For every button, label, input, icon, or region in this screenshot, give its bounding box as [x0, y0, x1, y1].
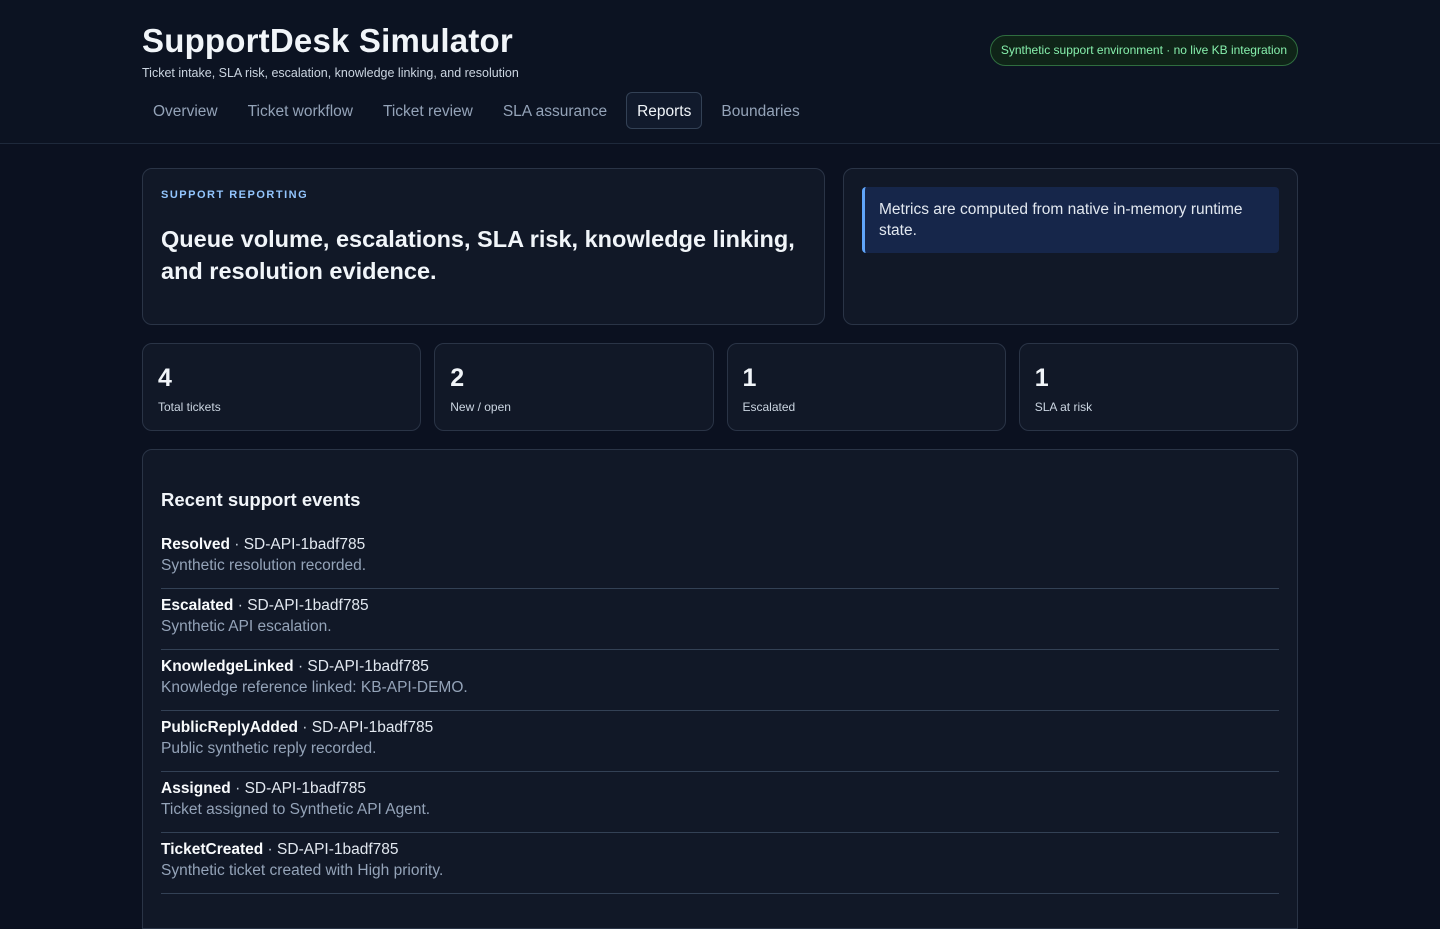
tab-overview[interactable]: Overview: [142, 92, 229, 129]
stat-value: 1: [742, 364, 757, 392]
event-item: TicketCreated · SD-API-1badf785 Syntheti…: [161, 833, 1279, 894]
event-type: KnowledgeLinked: [161, 658, 294, 675]
stat-value: 2: [450, 364, 465, 392]
event-description: Synthetic resolution recorded.: [161, 557, 367, 574]
stat-value: 1: [1034, 364, 1049, 392]
stat-sla-at-risk: 1 SLA at risk: [1018, 343, 1298, 431]
event-item: Escalated · SD-API-1badf785 Synthetic AP…: [161, 589, 1279, 650]
event-ticket-id: SD-API-1badf785: [247, 597, 369, 614]
event-type: Escalated: [161, 597, 234, 614]
event-type: PublicReplyAdded: [161, 719, 298, 736]
section-eyebrow: SUPPORT REPORTING: [161, 189, 309, 201]
stat-label: Total tickets: [158, 400, 221, 414]
event-description: Synthetic API escalation.: [161, 618, 332, 635]
top-header: SupportDesk Simulator Ticket intake, SLA…: [0, 0, 1440, 144]
event-ticket-id: SD-API-1badf785: [244, 780, 367, 797]
stat-total-tickets: 4 Total tickets: [142, 343, 422, 431]
environment-badge: Synthetic support environment · no live …: [989, 35, 1298, 66]
event-description: Knowledge reference linked: KB-API-DEMO.: [161, 679, 468, 696]
stat-value: 4: [158, 364, 172, 392]
event-item: Assigned · SD-API-1badf785 Ticket assign…: [161, 772, 1279, 833]
tab-sla-assurance[interactable]: SLA assurance: [492, 92, 618, 129]
events-title: Recent support events: [161, 489, 361, 510]
info-card: Metrics are computed from native in-memo…: [843, 168, 1298, 325]
event-separator: ·: [234, 536, 240, 553]
event-ticket-id: SD-API-1badf785: [307, 658, 429, 675]
event-item: PublicReplyAdded · SD-API-1badf785 Publi…: [161, 711, 1279, 772]
event-ticket-id: SD-API-1badf785: [311, 719, 434, 736]
tab-ticket-workflow[interactable]: Ticket workflow: [237, 92, 364, 129]
event-separator: ·: [302, 719, 308, 736]
event-description: Ticket assigned to Synthetic API Agent.: [161, 801, 431, 818]
tab-ticket-review[interactable]: Ticket review: [372, 92, 484, 129]
page-title: Queue volume, escalations, SLA risk, kno…: [161, 226, 795, 284]
stat-label: New / open: [450, 400, 511, 414]
tab-reports[interactable]: Reports: [626, 92, 703, 129]
stat-label: Escalated: [742, 400, 796, 414]
event-type: TicketCreated: [161, 841, 264, 858]
event-separator: ·: [267, 841, 273, 858]
event-separator: ·: [235, 780, 241, 797]
app-title: SupportDesk Simulator: [142, 22, 513, 59]
event-ticket-id: SD-API-1badf785: [277, 841, 399, 858]
stat-escalated: 1 Escalated: [726, 343, 1006, 431]
event-separator: ·: [237, 597, 243, 614]
event-type: Assigned: [161, 780, 231, 797]
stat-label: SLA at risk: [1034, 400, 1093, 414]
event-item: Resolved · SD-API-1badf785 Synthetic res…: [161, 528, 1279, 589]
stats-row: 4 Total tickets 2 New / open 1 Escalated…: [142, 343, 1298, 431]
app-subtitle: Ticket intake, SLA risk, escalation, kno…: [142, 66, 519, 80]
event-list: Resolved · SD-API-1badf785 Synthetic res…: [161, 528, 1279, 894]
recent-events-card: Recent support events Resolved · SD-API-…: [142, 449, 1298, 929]
main-content: SUPPORT REPORTING Queue volume, escalati…: [142, 168, 1298, 929]
event-type: Resolved: [161, 536, 230, 553]
event-description: Synthetic ticket created with High prior…: [161, 862, 444, 879]
reporting-hero-card: SUPPORT REPORTING Queue volume, escalati…: [142, 168, 825, 325]
stat-new-open: 2 New / open: [434, 343, 714, 431]
event-ticket-id: SD-API-1badf785: [243, 536, 366, 553]
metrics-note: Metrics are computed from native in-memo…: [862, 187, 1279, 253]
tab-boundaries[interactable]: Boundaries: [710, 92, 810, 129]
event-separator: ·: [297, 658, 304, 675]
event-description: Public synthetic reply recorded.: [161, 740, 377, 757]
main-nav: Overview Ticket workflow Ticket review S…: [142, 92, 811, 129]
event-item: KnowledgeLinked · SD-API-1badf785 Knowle…: [161, 650, 1279, 711]
